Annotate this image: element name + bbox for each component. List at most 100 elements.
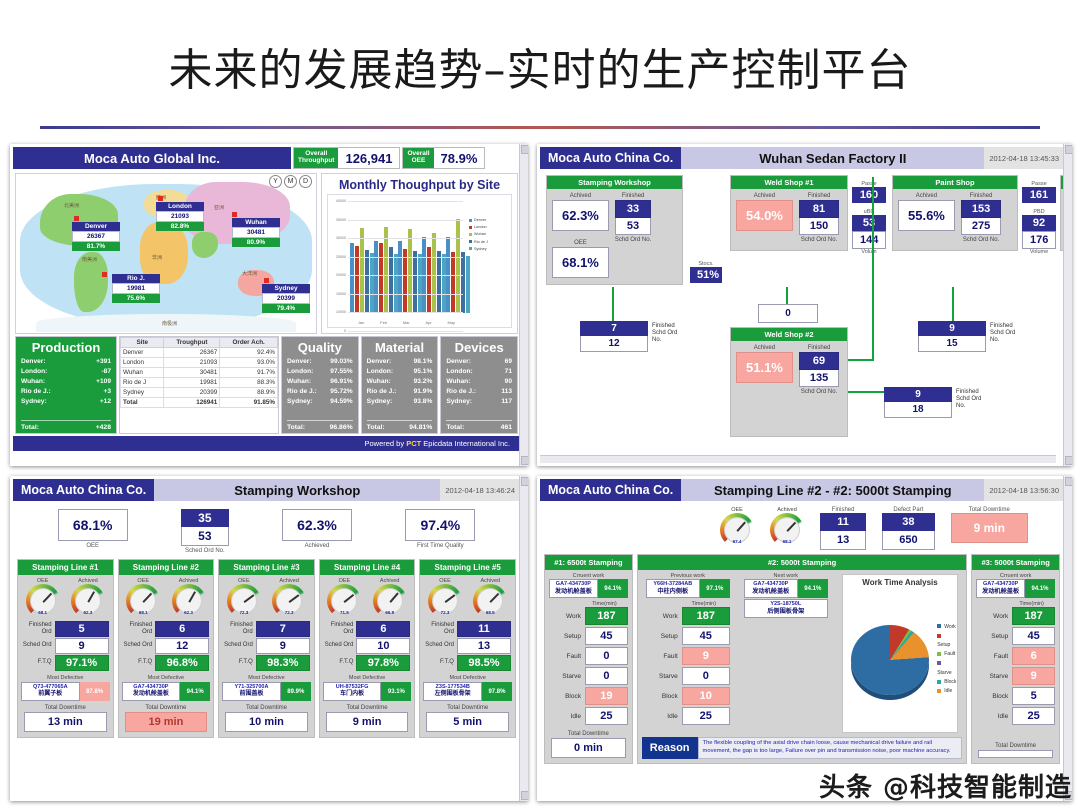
station-card[interactable]: #3: 5000t Stamping Crruent work GA7-434730… [971, 554, 1061, 765]
stamping-line-card[interactable]: Stamping Line #5 OEE 72.3 Achived 68.5 Finish… [419, 558, 516, 738]
shop-paint[interactable]: Paint Shop Achived 55.6% Finished 153 27… [892, 175, 1018, 251]
table-row[interactable]: Rio de J 19981 88.3% [119, 377, 278, 388]
table-row[interactable]: London 21093 93.0% [119, 357, 278, 368]
line-most-defective[interactable]: Most Defective Z3S-177534B 左侧围板骨架 97.8% [420, 672, 515, 701]
site-throughput-table[interactable]: Site Troughput Order Ach. Denver 26367 92.4%… [119, 336, 279, 434]
flow-node-1[interactable]: 7 12 [580, 321, 648, 352]
downtime-label: Total Downtime [44, 704, 86, 711]
summary-row: Denver: 69 [446, 357, 512, 367]
row-label: Rio de J.: [21, 388, 51, 396]
line-detail-kpi[interactable]: Total Downtime 9 min [950, 507, 1028, 543]
shop-weld-2[interactable]: Weld Shop #2 Achived 51.1% Finished 69 1… [730, 327, 848, 437]
chart-legend-item: London [469, 224, 509, 231]
chart-bar [432, 233, 436, 313]
shop-weld-1[interactable]: Weld Shop #1 Achived 54.0% Finished 81 1… [730, 175, 848, 251]
defect-percent: 97.8% [481, 682, 512, 701]
station-card[interactable]: #2: 5000t Stamping Previous work Y66H-3728… [636, 554, 968, 765]
line-gauges: OEE 68.1 Achived 62.3 [18, 575, 113, 619]
weld1-finished: Finished 81 150 Schd Ord No. [798, 193, 840, 244]
panel-stamping-line-detail[interactable]: Moca Auto China Co. Stamping Line #2 - #… [537, 476, 1072, 801]
stamping-line-card[interactable]: Stamping Line #3 OEE 72.3 Achived 72.3 Finish… [218, 558, 315, 738]
flow-node-2[interactable]: 9 15 [918, 321, 986, 352]
map-tag-rio-name: Rio J. [112, 274, 160, 283]
workshop-kpi[interactable]: 68.1% OEE [57, 509, 128, 555]
panel-scrollbar-vertical[interactable] [519, 144, 528, 466]
line-scrollbar-vertical[interactable] [1063, 476, 1072, 801]
metric-value: 98.5% [456, 654, 511, 671]
world-map[interactable]: Y M D 北美洲 欧洲 亚洲 非洲 南美洲 大洋洲 南极洲 Denver 26… [15, 173, 317, 334]
kpi-overall-throughput[interactable]: Overall Throughput 126,941 [293, 147, 401, 169]
workshop-timestamp: 2012-04-18 13:46:24 [440, 479, 520, 501]
map-dot-rio [102, 272, 107, 277]
time-value: 5 [1012, 687, 1056, 706]
factory-flow-diagram[interactable]: Stamping Workshop Achived 62.3% OEE 68.1… [540, 169, 1072, 444]
gauge-value: 72.3 [239, 609, 249, 615]
station-current-work[interactable]: Crruent work GA7-434730P 发动机舱盖板 94.1% [545, 570, 632, 599]
map-tag-sydney[interactable]: Sydney 20399 79.4% [262, 284, 310, 313]
kpi-overall-oee[interactable]: Overall OEE 78.9% [402, 147, 486, 169]
line-gauges: OEE 68.1 Achived 62.3 [119, 575, 214, 619]
workshop-kpi[interactable]: 62.3% Achieved [282, 509, 352, 555]
stamping-sched-value: 53 [614, 218, 652, 235]
table-cell: 19981 [163, 377, 221, 388]
workshop-kpi[interactable]: 97.4% First Time Quality [405, 509, 476, 555]
summary-row: Sydney: 93.8% [367, 397, 433, 407]
table-column-header: Site [119, 337, 165, 348]
line-detail-kpi[interactable]: OEE 67.4 [720, 507, 754, 547]
line-most-defective[interactable]: Most Defective Y71-325700A 前围盖板 89.9% [219, 672, 314, 701]
period-day-button[interactable]: D [299, 175, 312, 188]
time-row: Starve 0 [646, 667, 730, 686]
chart-bar [437, 251, 441, 313]
metric-label: F.T.Q [439, 659, 454, 666]
station-current-work[interactable]: Crruent work GA7-434730P 发动机舱盖板 94.1% [972, 570, 1059, 599]
line-most-defective[interactable]: Most Defective Q73-477065A 前翼子板 87.8% [18, 672, 113, 701]
stamping-line-card[interactable]: Stamping Line #1 OEE 68.1 Achived 62.3 Finish… [17, 558, 114, 738]
table-row[interactable]: Sydney 20399 88.9% [119, 387, 278, 398]
line-detail-kpi[interactable]: Finished 11 13 [820, 507, 867, 550]
time-value: 6 [1012, 647, 1056, 666]
line-company: Moca Auto China Co. [540, 479, 682, 501]
panel-stamping-workshop[interactable]: Moca Auto China Co. Stamping Workshop 20… [10, 476, 528, 801]
line-most-defective[interactable]: Most Defective UH-87532FG 车门内板 93.1% [320, 672, 415, 701]
gauge-label: OEE [36, 577, 49, 584]
work-time-analysis-chart[interactable]: Work Time Analysis Work Setup Fault Starve Bl… [841, 574, 959, 734]
workshop-kpi[interactable]: 35 53 Sched Ord No. [181, 509, 229, 555]
map-period-toggle[interactable]: Y M D [269, 175, 312, 188]
factory-scrollbar-vertical[interactable] [1063, 144, 1072, 466]
footer-brand: PCT [406, 439, 422, 448]
station-next-work[interactable]: Next work GA7-434730P 发动机舱盖板 94.1% Y2S-18750… [740, 570, 832, 619]
period-year-button[interactable]: Y [269, 175, 282, 188]
panel-global-dashboard[interactable]: Moca Auto Global Inc. Overall Throughput… [10, 144, 528, 466]
chart-x-tick: May [447, 320, 456, 325]
workshop-scrollbar-vertical[interactable] [519, 476, 528, 801]
station-card[interactable]: #1: 6500t Stamping Crruent work GA7-434730… [544, 554, 633, 765]
monthly-throughput-chart[interactable]: Monthly Thoughput by Site Jan Feb Mar Apr Ma… [321, 173, 518, 334]
period-month-button[interactable]: M [284, 175, 297, 188]
line-detail-kpi[interactable]: Achived 68.1 [770, 507, 804, 547]
row-value: +391 [96, 358, 111, 365]
map-tag-wuhan[interactable]: Wuhan 30481 80.9% [232, 218, 280, 247]
flow-node-3[interactable]: 9 18 [884, 387, 952, 418]
panel-factory-flow[interactable]: Moca Auto China Co. Wuhan Sedan Factory … [537, 144, 1072, 466]
table-row[interactable]: Wuhan 30481 91.7% [119, 367, 278, 378]
factory-scrollbar-horizontal[interactable] [540, 455, 1056, 463]
pie-legend-item: Fault [937, 650, 957, 659]
map-tag-london-name: London [156, 202, 204, 211]
stamping-line-card[interactable]: Stamping Line #2 OEE 68.1 Achived 62.3 Finish… [117, 558, 215, 738]
gauge-needle [42, 592, 52, 603]
station-previous-work[interactable]: Previous work Y66H-37284AB 中柱内侧板 97.1% [642, 570, 734, 599]
weld1-finished-value: 81 [798, 200, 840, 218]
shop-stamping-workshop[interactable]: Stamping Workshop Achived 62.3% OEE 68.1… [546, 175, 683, 285]
workshop-title: Stamping Workshop [154, 479, 441, 501]
map-tag-denver[interactable]: Denver 26367 81.7% [72, 222, 120, 251]
table-row[interactable]: Denver 26367 92.4% [119, 347, 278, 358]
line-detail-kpi[interactable]: Defect Part 38 650 [882, 507, 935, 550]
line-most-defective[interactable]: Most Defective GA7-434730P 发动机舱盖板 94.1% [119, 672, 214, 701]
weld2-finished-value: 69 [798, 352, 840, 370]
kpi-caption: OEE [86, 543, 99, 549]
stamping-line-card[interactable]: Stamping Line #4 OEE 71.5 Achived 66.9 Finish… [318, 558, 416, 738]
map-tag-london[interactable]: London 21093 82.8% [156, 202, 204, 231]
buffer2-pbd-value2: 176 [1022, 231, 1056, 249]
time-label: Idle [997, 712, 1009, 720]
map-tag-rio[interactable]: Rio J. 19981 75.6% [112, 274, 160, 303]
